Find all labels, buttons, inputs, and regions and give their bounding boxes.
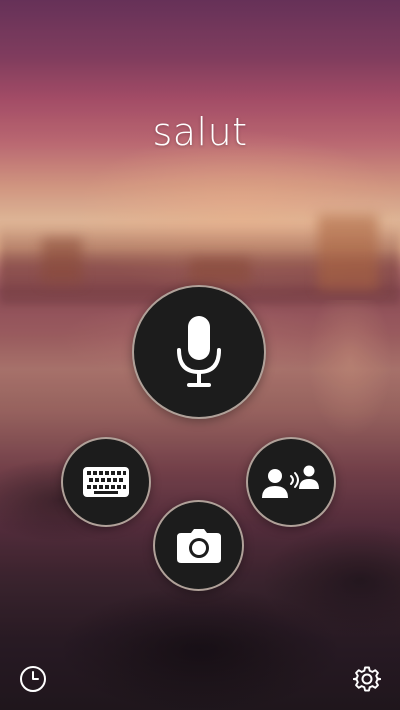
camera-icon	[176, 528, 221, 563]
speak-button[interactable]	[132, 285, 266, 419]
conversation-icon	[262, 465, 319, 498]
clock-icon	[20, 666, 46, 692]
greeting-text: salut	[152, 110, 248, 154]
translator-home-screen: salut	[0, 0, 400, 710]
microphone-icon	[177, 316, 221, 387]
gear-icon	[353, 666, 381, 692]
conversation-button[interactable]	[246, 437, 336, 527]
keyboard-input-button[interactable]	[61, 437, 151, 527]
keyboard-icon	[83, 467, 129, 497]
settings-button[interactable]	[350, 662, 384, 696]
camera-button[interactable]	[153, 500, 244, 591]
history-button[interactable]	[16, 662, 50, 696]
